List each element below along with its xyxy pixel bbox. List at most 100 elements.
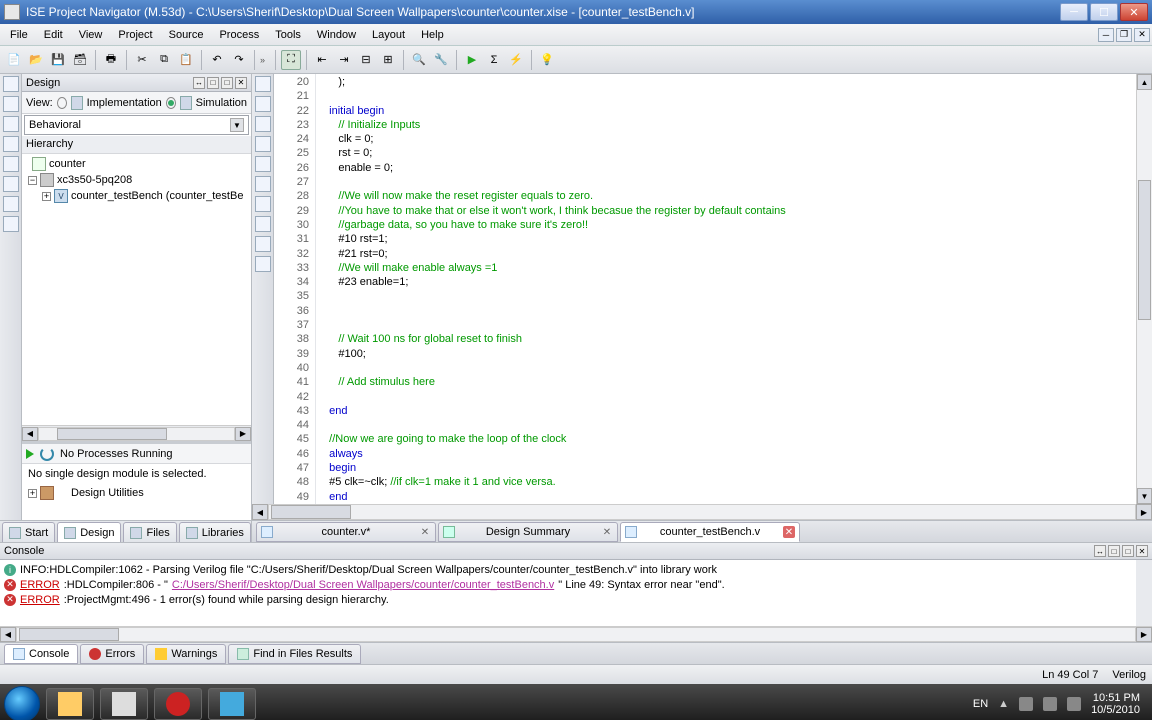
menu-edit[interactable]: Edit <box>36 26 71 44</box>
console-output[interactable]: iINFO:HDLCompiler:1062 - Parsing Verilog… <box>0 560 1152 626</box>
panel-float-button[interactable]: ↔ <box>193 77 205 89</box>
gutter-btn-8[interactable] <box>3 216 19 232</box>
zoom-fit-button[interactable]: ⛶ <box>281 50 301 70</box>
print-button[interactable]: 🖶 <box>101 50 121 70</box>
close-tab-icon[interactable]: ✕ <box>419 526 431 538</box>
console-tab-find[interactable]: Find in Files Results <box>228 644 361 664</box>
gutter-btn-5[interactable] <box>3 156 19 172</box>
ed-gutter-3[interactable] <box>255 116 271 132</box>
panel-max-button[interactable]: □ <box>221 77 233 89</box>
console-pin-button[interactable]: □ <box>1108 545 1120 557</box>
task-ise[interactable] <box>208 688 256 720</box>
console-tab-console[interactable]: Console <box>4 644 78 664</box>
ed-gutter-4[interactable] <box>255 136 271 152</box>
ed-gutter-7[interactable] <box>255 196 271 212</box>
tree-project[interactable]: counter <box>49 158 86 170</box>
menu-window[interactable]: Window <box>309 26 364 44</box>
ed-gutter-10[interactable] <box>255 256 271 272</box>
console-h-scrollbar[interactable]: ◀ ▶ <box>0 626 1152 642</box>
comment-button[interactable]: ⊟ <box>356 50 376 70</box>
tray-icon-1[interactable] <box>1019 697 1033 711</box>
mdi-close-button[interactable]: ✕ <box>1134 28 1150 42</box>
simulation-radio[interactable] <box>166 97 176 109</box>
console-tab-errors[interactable]: Errors <box>80 644 144 664</box>
menu-help[interactable]: Help <box>413 26 452 44</box>
menu-tools[interactable]: Tools <box>267 26 309 44</box>
new-button[interactable]: 📄 <box>4 50 24 70</box>
editor-tab-summary[interactable]: Design Summary ✕ <box>438 522 618 542</box>
ed-gutter-6[interactable] <box>255 176 271 192</box>
run-process-icon[interactable] <box>26 449 34 459</box>
tray-expand-icon[interactable]: ▲ <box>998 698 1009 710</box>
minimize-button[interactable]: ─ <box>1060 3 1088 21</box>
mdi-restore-button[interactable]: ❐ <box>1116 28 1132 42</box>
settings-button[interactable]: 🔧 <box>431 50 451 70</box>
menu-process[interactable]: Process <box>211 26 267 44</box>
task-explorer[interactable] <box>46 688 94 720</box>
open-button[interactable]: 📂 <box>26 50 46 70</box>
tree-testbench[interactable]: counter_testBench (counter_testBe <box>71 190 243 202</box>
ed-gutter-1[interactable] <box>255 76 271 92</box>
run-all-button[interactable]: Σ <box>484 50 504 70</box>
simulation-mode-combo[interactable]: Behavioral ▼ <box>24 115 249 135</box>
menu-project[interactable]: Project <box>110 26 160 44</box>
find-button[interactable]: 🔍 <box>409 50 429 70</box>
console-v-scrollbar[interactable] <box>1136 560 1152 626</box>
panel-close-button[interactable]: ✕ <box>235 77 247 89</box>
panel-pin-button[interactable]: □ <box>207 77 219 89</box>
hierarchy-tree[interactable]: counter − xc3s50-5pq208 + V counter_test… <box>22 154 251 425</box>
gutter-btn-2[interactable] <box>3 96 19 112</box>
tree-expand-testbench[interactable]: + <box>42 192 51 201</box>
menu-file[interactable]: File <box>2 26 36 44</box>
ed-gutter-5[interactable] <box>255 156 271 172</box>
run-button[interactable]: ▶ <box>462 50 482 70</box>
close-tab-icon[interactable]: ✕ <box>601 526 613 538</box>
copy-button[interactable]: ⧉ <box>154 50 174 70</box>
close-button[interactable]: ✕ <box>1120 3 1148 21</box>
gutter-btn-7[interactable] <box>3 196 19 212</box>
start-button[interactable] <box>4 686 40 720</box>
gutter-btn-3[interactable] <box>3 116 19 132</box>
task-notepad[interactable] <box>100 688 148 720</box>
tree-collapse-device[interactable]: − <box>28 176 37 185</box>
help-button[interactable]: 💡 <box>537 50 557 70</box>
tree-device[interactable]: xc3s50-5pq208 <box>57 174 132 186</box>
uncomment-button[interactable]: ⊞ <box>378 50 398 70</box>
refresh-icon[interactable] <box>40 447 54 461</box>
indent-left-button[interactable]: ⇤ <box>312 50 332 70</box>
gutter-btn-6[interactable] <box>3 176 19 192</box>
task-opera[interactable] <box>154 688 202 720</box>
code-editor[interactable]: ); initial begin // Initialize Inputs cl… <box>316 74 1136 504</box>
tab-libraries[interactable]: Libraries <box>179 522 251 542</box>
tree-expand-utilities[interactable]: + <box>28 489 37 498</box>
tab-design[interactable]: Design <box>57 522 121 542</box>
menu-layout[interactable]: Layout <box>364 26 413 44</box>
input-language[interactable]: EN <box>973 698 988 710</box>
menu-view[interactable]: View <box>71 26 111 44</box>
menu-source[interactable]: Source <box>161 26 212 44</box>
save-all-button[interactable]: 🗃 <box>70 50 90 70</box>
undo-button[interactable]: ↶ <box>207 50 227 70</box>
toolbar-overflow-icon[interactable]: » <box>260 55 270 65</box>
console-close-button[interactable]: ✕ <box>1136 545 1148 557</box>
tab-start[interactable]: Start <box>2 522 55 542</box>
maximize-button[interactable]: ☐ <box>1090 3 1118 21</box>
indent-right-button[interactable]: ⇥ <box>334 50 354 70</box>
implementation-radio[interactable] <box>57 97 67 109</box>
editor-h-scrollbar[interactable]: ◀ ▶ <box>252 504 1152 520</box>
cut-button[interactable]: ✂ <box>132 50 152 70</box>
console-float-button[interactable]: ↔ <box>1094 545 1106 557</box>
mdi-minimize-button[interactable]: ─ <box>1098 28 1114 42</box>
console-max-button[interactable]: □ <box>1122 545 1134 557</box>
save-button[interactable]: 💾 <box>48 50 68 70</box>
ed-gutter-2[interactable] <box>255 96 271 112</box>
gutter-btn-1[interactable] <box>3 76 19 92</box>
paste-button[interactable]: 📋 <box>176 50 196 70</box>
ed-gutter-9[interactable] <box>255 236 271 252</box>
editor-tab-testbench[interactable]: counter_testBench.v ✕ <box>620 522 800 542</box>
tray-volume-icon[interactable] <box>1067 697 1081 711</box>
ed-gutter-8[interactable] <box>255 216 271 232</box>
taskbar-clock[interactable]: 10:51 PM 10/5/2010 <box>1091 692 1140 716</box>
editor-v-scrollbar[interactable]: ▲▼ <box>1136 74 1152 504</box>
tab-files[interactable]: Files <box>123 522 176 542</box>
